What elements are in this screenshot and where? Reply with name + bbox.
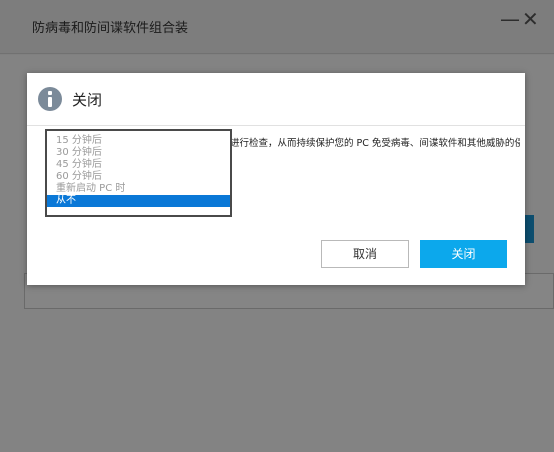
cancel-button[interactable]: 取消	[321, 240, 409, 268]
close-dialog: 关闭 进行检查，从而持续保护您的 PC 免受病毒、间谍软件和其他威胁的侵 15 …	[27, 73, 525, 285]
dialog-header: 关闭	[27, 73, 525, 126]
info-icon	[38, 87, 62, 111]
option-never[interactable]: 从不	[47, 195, 230, 207]
close-button[interactable]: 关闭	[420, 240, 507, 268]
snooze-options-list[interactable]: 15 分钟后 30 分钟后 45 分钟后 60 分钟后 重新启动 PC 时 从不	[45, 129, 232, 217]
option-60-min[interactable]: 60 分钟后	[47, 171, 230, 183]
option-30-min[interactable]: 30 分钟后	[47, 147, 230, 159]
option-15-min[interactable]: 15 分钟后	[47, 135, 230, 147]
option-restart[interactable]: 重新启动 PC 时	[47, 183, 230, 195]
dialog-title: 关闭	[72, 91, 103, 109]
dialog-message: 进行检查，从而持续保护您的 PC 免受病毒、间谍软件和其他威胁的侵	[230, 138, 520, 149]
option-45-min[interactable]: 45 分钟后	[47, 159, 230, 171]
